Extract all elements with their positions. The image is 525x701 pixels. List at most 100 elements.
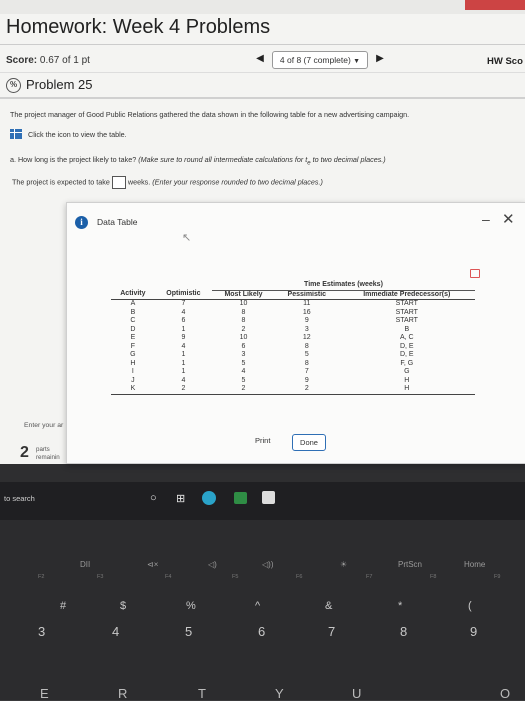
cell-activity: B (130, 308, 136, 316)
fkey-home: Home (464, 560, 486, 569)
answer-input[interactable] (111, 176, 126, 189)
question-hint: (Make sure to round all intermediate cal… (138, 155, 386, 167)
problem-intro: The project manager of Good Public Relat… (10, 110, 410, 119)
key-letter: Y (275, 686, 284, 701)
cell-predecessors: H (338, 385, 475, 396)
cell-most-likely: 3 (241, 351, 246, 359)
minimize-icon[interactable]: – (482, 211, 490, 227)
data-table-dialog: i Data Table – ✕ ↖ Time Estimates (weeks… (66, 202, 525, 464)
key-number: 8 (400, 624, 408, 639)
key-number: 7 (328, 624, 336, 639)
cell-predecessors: D, E (399, 342, 414, 350)
answer-instruction: (Enter your response rounded to two deci… (152, 177, 323, 187)
answer-prefix: The project is expected to take (12, 177, 110, 187)
table-icon[interactable] (10, 129, 22, 139)
cell-pessimistic: 9 (304, 376, 309, 384)
score: Score: 0.67 of 1 pt (6, 55, 90, 66)
table-row: C 6 8 9 START (111, 317, 481, 326)
table-row: B 4 8 16 START (111, 309, 481, 318)
key-letter: E (40, 686, 49, 701)
fkey-prtscn: PrtScn (398, 560, 423, 569)
problem-divider (0, 97, 525, 99)
cell-predecessors: A, C (399, 334, 414, 342)
cell-pessimistic: 12 (302, 334, 311, 342)
header-spacer (155, 281, 212, 290)
cell-predecessors: START (395, 317, 418, 325)
cell-optimistic: 1 (181, 325, 186, 333)
key-letter: R (118, 686, 128, 701)
taskbar-search[interactable]: to search (4, 494, 35, 503)
table-row: G 1 3 5 D, E (111, 351, 481, 360)
question-navigator[interactable]: 4 of 8 (7 complete) ▼ (272, 51, 368, 69)
cell-activity: C (130, 317, 136, 325)
table-row: I 1 4 7 G (111, 368, 481, 377)
cell-optimistic: 4 (181, 342, 186, 350)
key-number: 5 (185, 624, 193, 639)
start-circle-icon[interactable]: ○ (150, 492, 157, 504)
key-number: 4 (112, 624, 120, 639)
cell-activity: D (130, 325, 136, 333)
column-header-optimistic: Optimistic (154, 290, 212, 300)
fkey-label: F4 (165, 574, 172, 580)
fkey-label: F8 (430, 574, 437, 580)
cell-most-likely: 8 (241, 317, 246, 325)
cell-most-likely: 5 (241, 359, 246, 367)
answer-line: The project is expected to take weeks. (E… (12, 176, 323, 189)
cell-most-likely: 8 (241, 308, 246, 316)
cell-most-likely: 10 (239, 300, 248, 307)
green-app-icon[interactable] (234, 492, 247, 504)
print-button[interactable]: Print (255, 436, 270, 445)
key-symbol: ( (468, 600, 472, 612)
parts-label: parts (36, 446, 50, 453)
previous-question-button[interactable]: ◀ (254, 52, 266, 66)
chevron-down-icon: ▼ (353, 58, 361, 65)
task-view-icon[interactable]: ⊞ (176, 492, 185, 505)
hw-score-label: HW Sco (487, 56, 523, 67)
key-symbol: * (398, 600, 403, 612)
cell-pessimistic: 7 (304, 368, 309, 376)
cell-pessimistic: 16 (302, 308, 311, 316)
score-label: Score: (6, 55, 38, 66)
store-icon[interactable] (262, 491, 275, 504)
header-spacer (111, 281, 155, 290)
fkey-label: F9 (494, 574, 501, 580)
cell-activity: H (130, 359, 136, 367)
done-button[interactable]: Done (292, 434, 326, 451)
next-question-button[interactable]: ▶ (374, 52, 386, 66)
question-text: a. How long is the project likely to tak… (10, 155, 137, 164)
cell-most-likely: 10 (239, 334, 248, 342)
cell-activity: G (130, 351, 136, 359)
fkey-brightness: ☀ (340, 560, 348, 569)
copy-icon[interactable] (470, 269, 480, 278)
info-icon: i (75, 216, 88, 229)
screen-bottom-strip (0, 464, 525, 482)
fkey-volume-up: ◁)) (262, 560, 274, 569)
page-title: Homework: Week 4 Problems (6, 16, 271, 38)
key-symbol: & (325, 600, 333, 612)
laptop-keyboard: DII ⊲× ◁) ◁)) ☀ PrtScn Home F2 F3 F4 F5 … (0, 520, 525, 701)
cell-most-likely: 2 (241, 325, 246, 333)
cell-optimistic: 7 (181, 300, 186, 307)
cell-optimistic: 6 (181, 317, 186, 325)
key-number: 9 (470, 624, 478, 639)
edge-browser-icon[interactable] (202, 491, 216, 505)
cell-pessimistic: 9 (304, 317, 309, 325)
cell-pessimistic: 11 (303, 300, 311, 307)
cell-optimistic: 2 (154, 385, 212, 396)
cell-predecessors: B (404, 325, 410, 333)
cell-optimistic: 4 (181, 376, 186, 384)
cell-most-likely: 2 (212, 385, 275, 396)
key-number: 3 (38, 624, 46, 639)
score-value: 0.67 of 1 pt (39, 55, 90, 66)
fkey-label: F6 (296, 574, 303, 580)
question-position: 4 of 8 (7 complete) (279, 55, 351, 65)
enter-answer-text: Enter your ar (24, 422, 64, 429)
cell-optimistic: 1 (181, 359, 186, 367)
data-table: Time Estimates (weeks) Activity Optimist… (111, 281, 481, 396)
parts-remaining-count: 2 (20, 444, 29, 461)
table-row: A 7 10 11 START (111, 300, 481, 309)
cell-pessimistic: 2 (275, 385, 339, 396)
parts-remaining-label: remainin (36, 454, 60, 461)
cell-most-likely: 6 (241, 342, 246, 350)
close-icon[interactable]: ✕ (502, 210, 515, 228)
